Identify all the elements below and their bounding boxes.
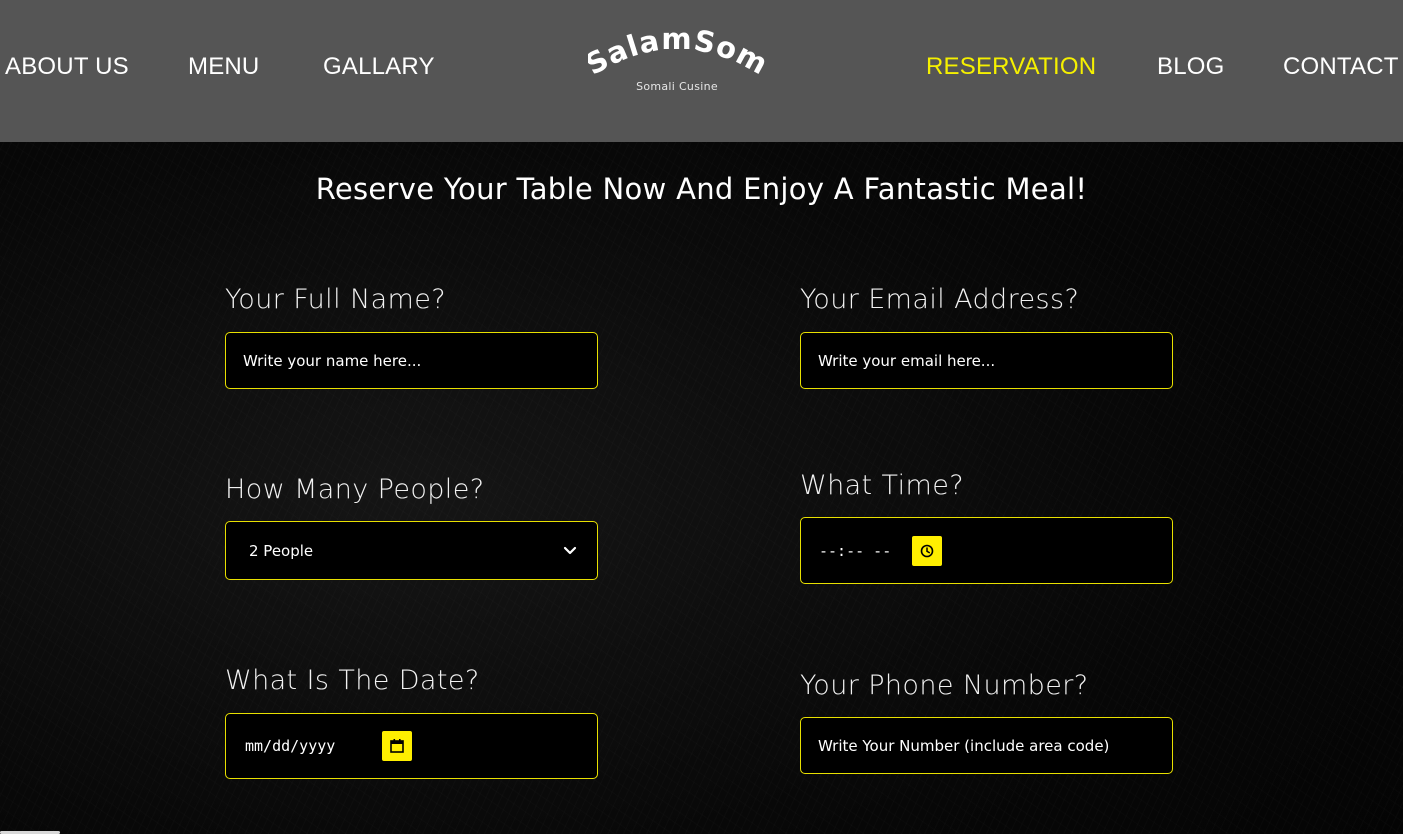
chevron-down-icon xyxy=(563,546,577,554)
nav-link-blog[interactable]: BLOG xyxy=(1157,52,1225,82)
email-label: Your Email Address? xyxy=(800,284,1080,315)
name-input[interactable] xyxy=(243,333,583,388)
logo-title: SalamSom xyxy=(588,28,766,78)
page-subtitle: Reserve Your Table Now And Enjoy A Fanta… xyxy=(315,172,1088,206)
calendar-icon[interactable] xyxy=(382,731,412,761)
date-label: What Is The Date? xyxy=(225,665,480,696)
phone-label: Your Phone Number? xyxy=(800,670,1089,701)
nav-link-reservation[interactable]: RESERVATION xyxy=(926,52,1096,82)
nav-link-about-us[interactable]: ABOUT US xyxy=(5,52,129,82)
name-label: Your Full Name? xyxy=(225,284,446,315)
email-input[interactable] xyxy=(818,333,1158,388)
date-input-value: mm/dd/yyyy xyxy=(245,737,336,755)
date-input[interactable]: mm/dd/yyyy xyxy=(225,713,598,779)
site-header: ABOUT US MENU GALLARY SalamSom Somali Cu… xyxy=(0,0,1403,142)
phone-field-box xyxy=(800,717,1173,774)
logo-wordmark: SalamSom xyxy=(588,28,766,78)
name-field-box xyxy=(225,332,598,389)
logo[interactable]: SalamSom Somali Cusine xyxy=(588,28,768,98)
time-input[interactable]: --:-- -- xyxy=(800,517,1173,584)
clock-icon[interactable] xyxy=(912,535,942,566)
time-input-value: --:-- -- xyxy=(819,541,892,560)
logo-subtitle: Somali Cusine xyxy=(636,80,718,93)
nav-link-contact[interactable]: CONTACT xyxy=(1283,52,1399,82)
reservation-page: ABOUT US MENU GALLARY SalamSom Somali Cu… xyxy=(0,0,1403,834)
svg-text:SalamSom: SalamSom xyxy=(588,28,766,78)
time-label: What Time? xyxy=(800,470,964,501)
email-field-box xyxy=(800,332,1173,389)
people-label: How Many People? xyxy=(225,474,485,505)
people-select-value: 2 People xyxy=(249,541,314,560)
nav-link-menu[interactable]: MENU xyxy=(188,52,259,82)
phone-input[interactable] xyxy=(818,718,1158,773)
nav-link-gallary[interactable]: GALLARY xyxy=(323,52,435,82)
people-select[interactable]: 2 People xyxy=(225,521,598,580)
